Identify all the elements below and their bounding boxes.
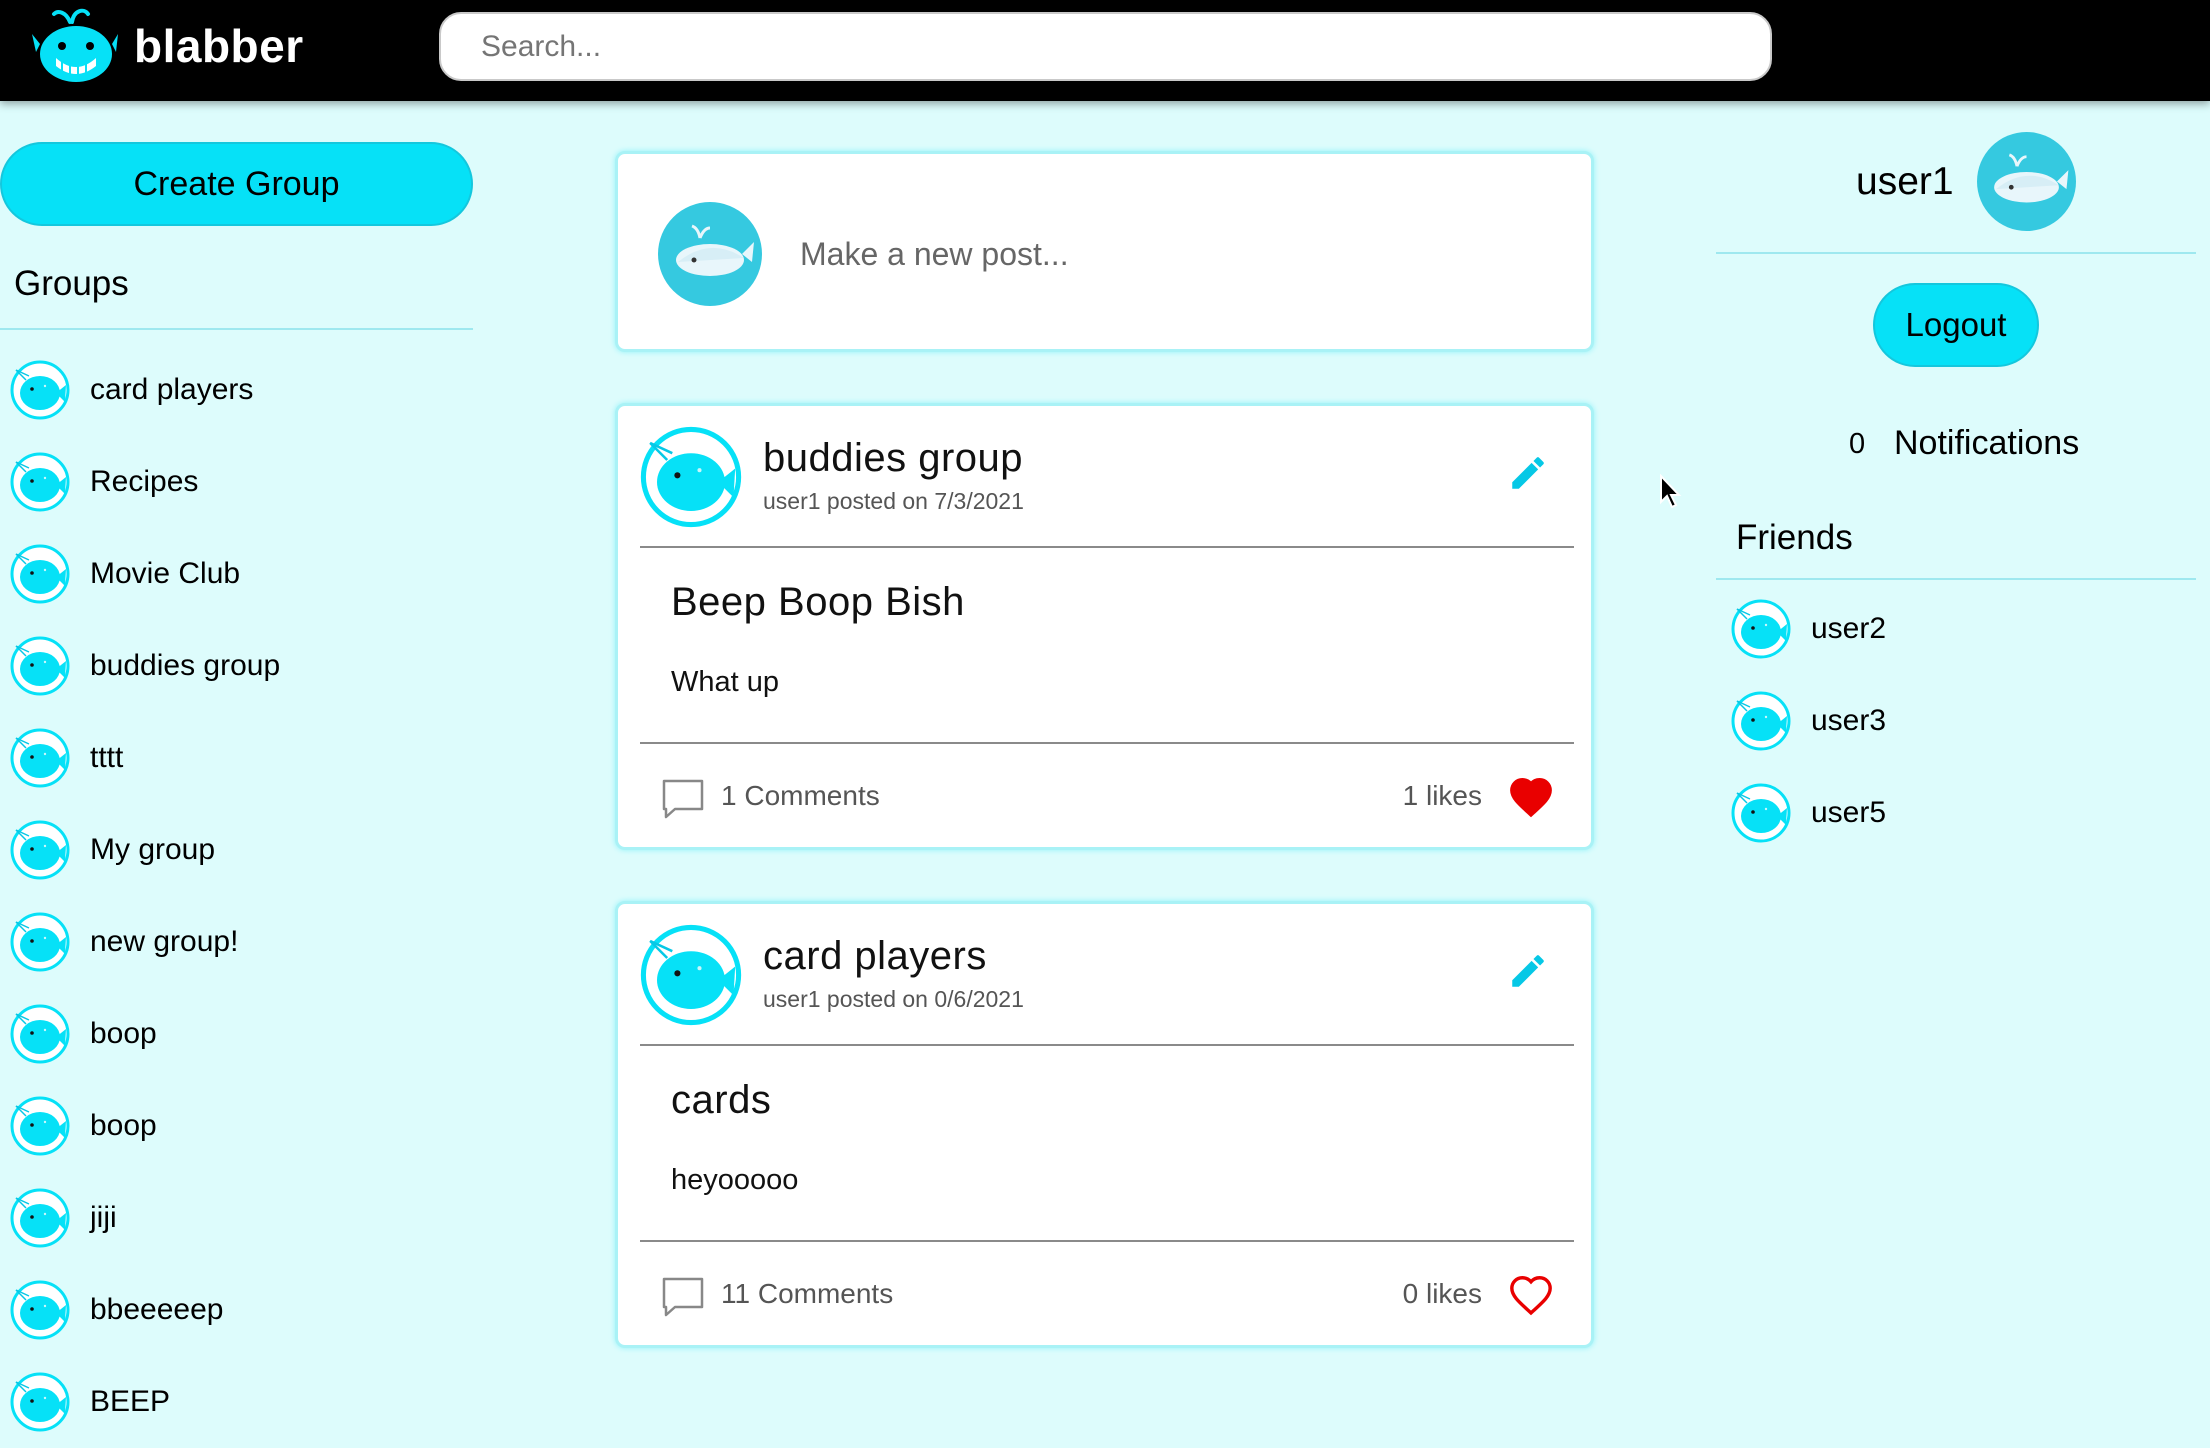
narwhal-icon (10, 360, 70, 420)
narwhal-icon (1731, 599, 1791, 659)
group-name: boop (90, 1017, 157, 1050)
top-navbar: blabber (0, 0, 2210, 101)
group-name: new group! (90, 925, 239, 958)
friend-name: user2 (1811, 612, 1887, 645)
whale-logo-icon[interactable] (32, 4, 118, 86)
group-item[interactable]: BEEP (0, 1356, 473, 1448)
username[interactable]: user1 (1856, 160, 1954, 204)
narwhal-icon (10, 1280, 70, 1340)
mouse-cursor-icon (1659, 474, 1683, 510)
group-name: jiji (90, 1201, 117, 1234)
likes-count: 1 likes (1402, 780, 1482, 811)
group-item[interactable]: jiji (0, 1172, 473, 1264)
group-name: boop (90, 1109, 157, 1142)
friend-item[interactable]: user2 (1716, 583, 2196, 675)
narwhal-icon (10, 1096, 70, 1156)
comment-icon[interactable] (661, 778, 705, 820)
post-card: card players user1 posted on 0/6/2021 card… (615, 901, 1594, 1348)
post-group-name[interactable]: buddies group (763, 436, 1023, 481)
narwhal-icon (10, 636, 70, 696)
group-name: Movie Club (90, 557, 241, 590)
comment-icon[interactable] (661, 1276, 705, 1318)
divider (1716, 578, 2196, 580)
friend-item[interactable]: user3 (1716, 675, 2196, 767)
narwhal-icon (10, 1188, 70, 1248)
group-item[interactable]: bbeeeeep (0, 1264, 473, 1356)
narwhal-icon[interactable] (640, 426, 742, 528)
friend-name: user5 (1811, 796, 1887, 829)
group-item[interactable]: tttt (0, 712, 473, 804)
create-group-button[interactable]: Create Group (0, 142, 473, 226)
group-name: My group (90, 833, 216, 866)
post-card: buddies group user1 posted on 7/3/2021 Bee… (615, 403, 1594, 850)
divider (640, 742, 1574, 744)
group-item[interactable]: boop (0, 988, 473, 1080)
user-avatar (658, 202, 762, 306)
group-list: card players Recipes Movie Club buddies gro… (0, 344, 473, 1448)
post-meta: user1 posted on 7/3/2021 (763, 488, 1024, 514)
post-body: heyooooo (671, 1164, 799, 1196)
comments-link[interactable]: 11 Comments (721, 1278, 893, 1310)
friends-heading: Friends (1736, 518, 1853, 557)
group-name: bbeeeeep (90, 1293, 224, 1326)
narwhal-icon (10, 728, 70, 788)
group-item[interactable]: Movie Club (0, 528, 473, 620)
narwhal-icon (10, 820, 70, 880)
narwhal-icon (1731, 691, 1791, 751)
group-item[interactable]: new group! (0, 896, 473, 988)
group-item[interactable]: card players (0, 344, 473, 436)
logout-button[interactable]: Logout (1873, 283, 2039, 367)
divider (0, 328, 473, 330)
post-group-name[interactable]: card players (763, 934, 987, 979)
user-avatar[interactable] (1977, 132, 2076, 231)
heart-icon[interactable] (1508, 774, 1554, 820)
group-item[interactable]: buddies group (0, 620, 473, 712)
group-item[interactable]: Recipes (0, 436, 473, 528)
likes-count: 0 likes (1402, 1278, 1482, 1309)
post-meta: user1 posted on 0/6/2021 (763, 986, 1024, 1012)
narwhal-icon (10, 544, 70, 604)
narwhal-icon (10, 912, 70, 972)
narwhal-icon (10, 1004, 70, 1064)
group-name: buddies group (90, 649, 281, 682)
notification-count: 0 (1849, 428, 1866, 460)
narwhal-icon (10, 452, 70, 512)
divider (640, 1240, 1574, 1242)
pencil-icon[interactable] (1507, 950, 1549, 992)
post-body: What up (671, 666, 779, 698)
groups-heading: Groups (14, 264, 129, 303)
group-name: BEEP (90, 1385, 171, 1418)
brand-name[interactable]: blabber (134, 19, 304, 73)
group-item[interactable]: My group (0, 804, 473, 896)
narwhal-icon[interactable] (640, 924, 742, 1026)
friend-name: user3 (1811, 704, 1887, 737)
group-name: Recipes (90, 465, 199, 498)
narwhal-icon (10, 1372, 70, 1432)
group-name: card players (90, 373, 254, 406)
friend-item[interactable]: user5 (1716, 767, 2196, 859)
new-post-prompt[interactable]: Make a new post... (800, 236, 1069, 273)
post-title: Beep Boop Bish (671, 580, 965, 624)
search-input[interactable] (439, 12, 1772, 81)
post-title: cards (671, 1078, 772, 1122)
divider (640, 546, 1574, 548)
heart-icon[interactable] (1508, 1272, 1554, 1318)
group-name: tttt (90, 741, 124, 774)
notifications-link[interactable]: Notifications (1894, 424, 2079, 463)
divider (640, 1044, 1574, 1046)
pencil-icon[interactable] (1507, 452, 1549, 494)
group-item[interactable]: boop (0, 1080, 473, 1172)
comments-link[interactable]: 1 Comments (721, 780, 880, 812)
friend-list: user2 user3 user5 (1716, 583, 2196, 859)
divider (1716, 252, 2196, 254)
narwhal-icon (1731, 783, 1791, 843)
new-post-box[interactable]: Make a new post... (615, 151, 1594, 352)
